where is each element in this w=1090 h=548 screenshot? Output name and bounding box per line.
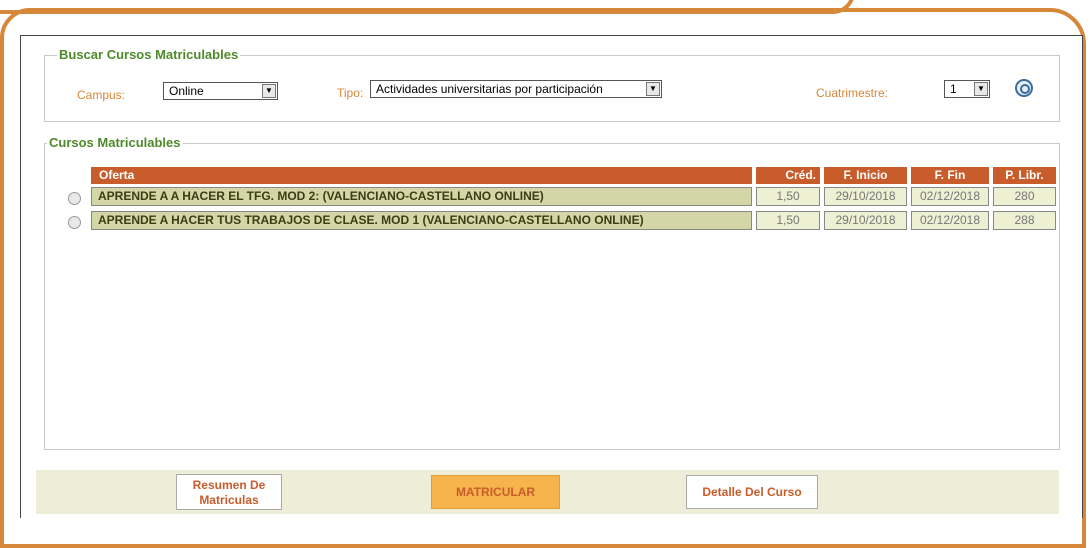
table-row-oferta: APRENDE A HACER TUS TRABAJOS DE CLASE. M… <box>91 211 752 230</box>
tipo-label: Tipo: <box>337 86 364 100</box>
header-cred: Créd. <box>756 167 820 184</box>
table-row-libres: 280 <box>993 187 1056 206</box>
header-oferta: Oferta <box>91 167 752 184</box>
search-icon[interactable] <box>1015 79 1033 97</box>
table-row-fin: 02/12/2018 <box>911 187 989 206</box>
resumen-label-line1: Resumen De <box>192 478 266 492</box>
campus-value: Online <box>169 84 204 98</box>
campus-select[interactable]: Online ▼ <box>163 82 278 100</box>
table-row-inicio: 29/10/2018 <box>824 211 907 230</box>
search-legend: Buscar Cursos Matriculables <box>57 47 241 62</box>
course-radio-1[interactable] <box>68 192 81 205</box>
course-radio-2[interactable] <box>68 216 81 229</box>
campus-label: Campus: <box>77 88 126 102</box>
chevron-down-icon[interactable]: ▼ <box>646 82 660 96</box>
tipo-select[interactable]: Actividades universitarias por participa… <box>370 80 662 98</box>
table-row-cred: 1,50 <box>756 187 820 206</box>
detalle-curso-button[interactable]: Detalle Del Curso <box>686 475 818 509</box>
resumen-button[interactable]: Resumen De Matriculas <box>176 474 282 510</box>
courses-legend: Cursos Matriculables <box>47 135 183 150</box>
table-row-fin: 02/12/2018 <box>911 211 989 230</box>
table-row-cred: 1,50 <box>756 211 820 230</box>
header-fin: F. Fin <box>911 167 989 184</box>
tipo-value: Actividades universitarias por participa… <box>376 82 603 96</box>
chevron-down-icon[interactable]: ▼ <box>262 84 276 98</box>
cuatrimestre-label: Cuatrimestre: <box>816 86 889 100</box>
table-row-oferta: APRENDE A A HACER EL TFG. MOD 2: (VALENC… <box>91 187 752 206</box>
table-row-inicio: 29/10/2018 <box>824 187 907 206</box>
cuatrimestre-value: 1 <box>950 82 957 96</box>
chevron-down-icon[interactable]: ▼ <box>974 82 988 96</box>
header-libres: P. Libr. <box>993 167 1056 184</box>
matricular-button[interactable]: MATRICULAR <box>431 475 560 509</box>
header-inicio: F. Inicio <box>824 167 907 184</box>
resumen-label-line2: Matriculas <box>199 493 259 507</box>
cuatrimestre-select[interactable]: 1 ▼ <box>944 80 990 98</box>
table-row-libres: 288 <box>993 211 1056 230</box>
